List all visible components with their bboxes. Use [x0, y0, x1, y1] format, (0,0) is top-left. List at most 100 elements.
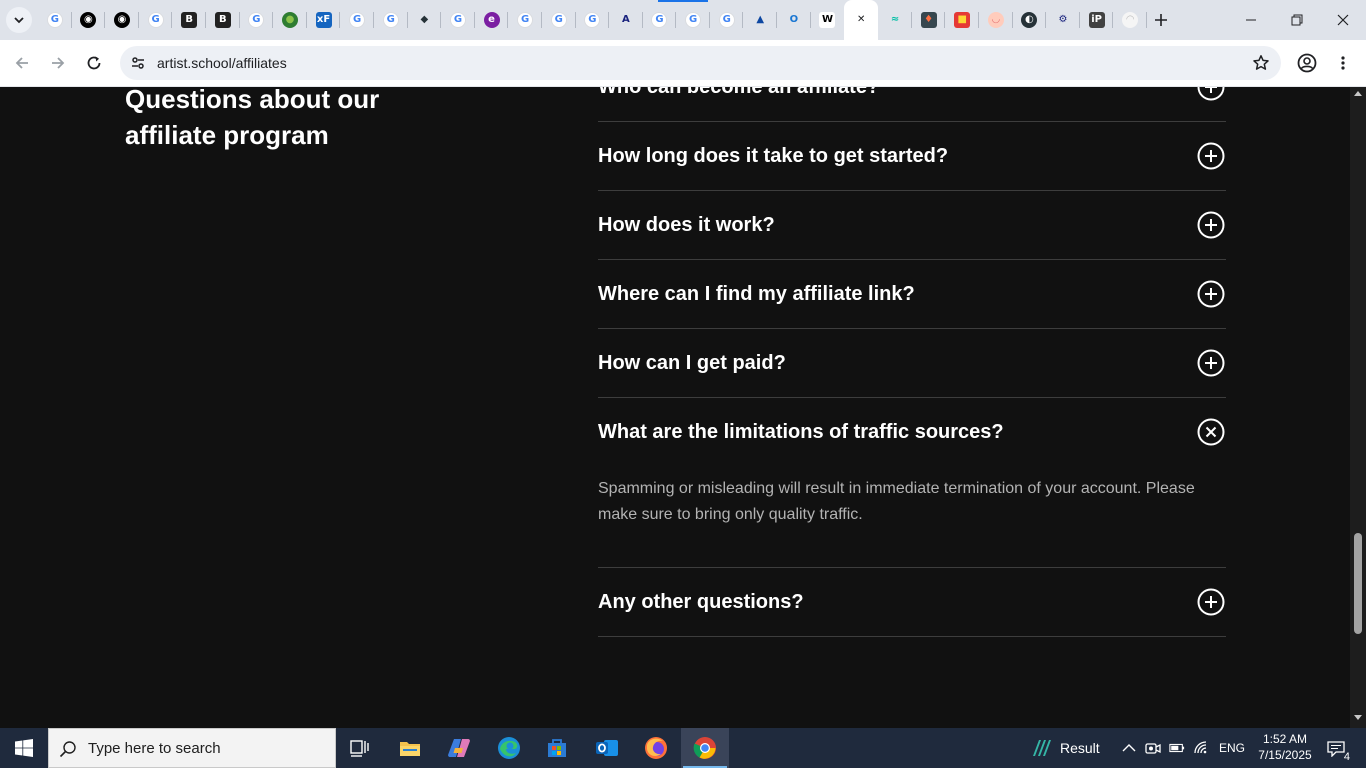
tab[interactable]: ◠ — [1113, 0, 1147, 40]
tab-search-button[interactable] — [6, 7, 32, 33]
faq-question-button[interactable]: Who can become an affiliate? — [598, 87, 1226, 121]
expand-plus-icon[interactable] — [1197, 349, 1225, 377]
faq-question-text: How does it work? — [598, 213, 775, 236]
faq-question-button[interactable]: How does it work? — [598, 191, 1226, 259]
weather-icon[interactable] — [1030, 738, 1052, 758]
faq-question-button[interactable]: Any other questions? — [598, 568, 1226, 636]
bookmark-star-icon[interactable] — [1251, 53, 1271, 73]
language-indicator[interactable]: ENG — [1219, 741, 1245, 755]
tab[interactable]: ◆ — [408, 0, 442, 40]
page-content: Questions about our affiliate program Wh… — [0, 87, 1350, 728]
expand-plus-icon[interactable] — [1197, 588, 1225, 616]
browser-toolbar: artist.school/affiliates — [0, 40, 1366, 87]
tab[interactable]: ♦ — [912, 0, 946, 40]
taskbar-search-box[interactable]: Type here to search — [48, 728, 336, 768]
reload-button[interactable] — [80, 49, 108, 77]
tab[interactable]: iP — [1080, 0, 1114, 40]
outlook-button[interactable] — [583, 728, 631, 768]
faq-question-button[interactable]: What are the limitations of traffic sour… — [598, 398, 1226, 466]
arrow-right-icon — [52, 57, 65, 69]
faq-question-button[interactable]: How long does it take to get started? — [598, 122, 1226, 190]
scrollbar-thumb[interactable] — [1354, 533, 1362, 634]
tab[interactable]: G — [240, 0, 274, 40]
tab[interactable]: O — [777, 0, 811, 40]
tab[interactable]: G — [441, 0, 475, 40]
tab[interactable]: W — [811, 0, 845, 40]
google-g-icon: G — [349, 12, 366, 28]
tab[interactable]: G — [508, 0, 542, 40]
wifi-icon[interactable] — [1193, 740, 1209, 756]
expand-plus-icon[interactable] — [1197, 87, 1225, 101]
battery-icon[interactable] — [1169, 740, 1185, 756]
meet-now-icon[interactable] — [1145, 740, 1161, 756]
tab[interactable]: B — [172, 0, 206, 40]
tab[interactable]: ◐ — [1013, 0, 1047, 40]
notification-center-button[interactable]: 4 — [1325, 739, 1350, 763]
close-window-button[interactable] — [1320, 0, 1366, 40]
clock-date: 7/15/2025 — [1258, 748, 1312, 762]
game-logo-icon: ♦ — [920, 12, 937, 28]
microsoft-store-button[interactable] — [533, 728, 581, 768]
new-tab-button[interactable] — [1149, 8, 1173, 32]
file-explorer-button[interactable] — [386, 728, 434, 768]
minimize-button[interactable] — [1228, 0, 1274, 40]
tab[interactable]: A — [609, 0, 643, 40]
search-icon — [59, 741, 76, 758]
tab[interactable]: G — [643, 0, 677, 40]
tab[interactable]: ◡ — [979, 0, 1013, 40]
tab[interactable]: G — [710, 0, 744, 40]
task-view-button[interactable] — [336, 728, 384, 768]
site-info-icon[interactable] — [128, 53, 148, 73]
faq-item: Who can become an affiliate? — [598, 87, 1226, 122]
back-button[interactable] — [8, 49, 36, 77]
tab[interactable]: ◉ — [105, 0, 139, 40]
expand-plus-icon[interactable] — [1197, 142, 1225, 170]
tab[interactable]: e — [475, 0, 509, 40]
start-button[interactable] — [0, 728, 48, 768]
tab[interactable]: G — [676, 0, 710, 40]
expand-plus-icon[interactable] — [1197, 211, 1225, 239]
tab[interactable]: B — [206, 0, 240, 40]
page-scrollbar[interactable] — [1350, 87, 1366, 728]
tab[interactable]: G — [38, 0, 72, 40]
wave-logo-icon: ≈ — [890, 14, 900, 25]
profile-icon — [1297, 53, 1317, 73]
weather-widget-text[interactable]: Result — [1060, 740, 1100, 756]
tab[interactable]: ◉ — [72, 0, 106, 40]
faq-item: Where can I find my affiliate link? — [598, 260, 1226, 329]
scroll-up-arrow-icon[interactable] — [1354, 91, 1362, 96]
tab[interactable]: xF — [307, 0, 341, 40]
forward-button[interactable] — [44, 49, 72, 77]
expand-plus-icon[interactable] — [1197, 280, 1225, 308]
url-text[interactable]: artist.school/affiliates — [157, 55, 287, 71]
tab[interactable]: ● — [273, 0, 307, 40]
tab[interactable]: G — [542, 0, 576, 40]
profile-button[interactable] — [1293, 49, 1321, 77]
browser-menu-button[interactable] — [1329, 49, 1357, 77]
faq-answer-text: Spamming or misleading will result in im… — [598, 480, 1195, 523]
clock[interactable]: 1:52 AM 7/15/2025 — [1255, 731, 1315, 763]
restore-button[interactable] — [1274, 0, 1320, 40]
address-bar[interactable]: artist.school/affiliates — [120, 46, 1281, 80]
tab[interactable]: G — [340, 0, 374, 40]
close-tab-icon[interactable]: ✕ — [853, 12, 869, 28]
tab[interactable]: ▲ — [743, 0, 777, 40]
firefox-button[interactable] — [632, 728, 680, 768]
chrome-taskbar-button[interactable] — [681, 728, 729, 768]
faq-question-button[interactable]: How can I get paid? — [598, 329, 1226, 397]
scroll-down-arrow-icon[interactable] — [1354, 715, 1362, 720]
edge-button[interactable] — [485, 728, 533, 768]
tab-active[interactable]: ✕ — [844, 0, 879, 40]
tab[interactable]: ■ — [945, 0, 979, 40]
faq-question-button[interactable]: Where can I find my affiliate link? — [598, 260, 1226, 328]
show-hidden-icons-chevron-up-icon[interactable] — [1121, 740, 1137, 756]
tab[interactable]: G — [139, 0, 173, 40]
tab[interactable]: G — [576, 0, 610, 40]
tab[interactable]: ≈ — [878, 0, 912, 40]
collapse-x-icon[interactable] — [1197, 418, 1225, 446]
faq-question-text: Where can I find my affiliate link? — [598, 282, 915, 305]
arrow-left-icon — [15, 57, 28, 69]
copilot-button[interactable] — [435, 728, 483, 768]
tab[interactable]: ⚙ — [1046, 0, 1080, 40]
tab[interactable]: G — [374, 0, 408, 40]
